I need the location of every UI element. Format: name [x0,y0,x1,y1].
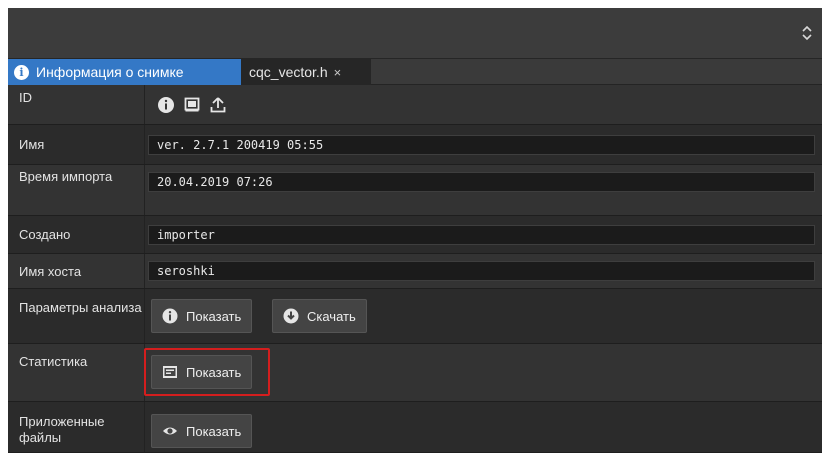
tab-label: Информация о снимке [36,64,184,80]
tab-cqc-vector-file[interactable]: cqc_vector.h × [241,59,371,85]
tab-bar: i Информация о снимке cqc_vector.h × [8,59,822,85]
top-toolbar [8,8,822,59]
close-icon[interactable]: × [334,65,342,80]
row-created: Создано importer [8,216,822,254]
button-label: Скачать [307,308,356,324]
row-label: Время импорта [19,169,113,184]
column-divider [144,165,145,215]
tab-label: cqc_vector.h [249,64,328,80]
row-name: Имя ver. 2.7.1 200419 05:55 [8,125,822,165]
import-time-field[interactable]: 20.04.2019 07:26 [148,172,815,192]
row-statistics: Статистика Показать [8,344,822,402]
upload-icon[interactable] [205,92,231,118]
download-circle-icon [283,308,299,324]
row-host: Имя хоста seroshki [8,254,822,289]
analysis-params-download-button[interactable]: Скачать [272,299,367,333]
analysis-params-show-button[interactable]: Показать [151,299,253,333]
row-label: Создано [19,227,71,242]
row-label: Имя хоста [19,264,82,279]
row-id: ID [8,85,822,125]
statistics-panel-icon [162,364,178,380]
attached-files-show-button[interactable]: Показать [151,414,253,448]
column-divider [144,125,145,164]
row-label: Параметры анализа [19,300,142,315]
created-field[interactable]: importer [148,225,815,245]
host-field[interactable]: seroshki [148,261,815,281]
button-label: Показать [186,364,242,380]
button-label: Показать [186,423,242,439]
name-field[interactable]: ver. 2.7.1 200419 05:55 [148,135,815,155]
row-attached-files: Приложенные файлы Показать [8,402,822,453]
statistics-show-button[interactable]: Показать [151,355,253,389]
column-divider [144,402,145,452]
info-circle-icon [162,308,178,324]
row-label: ID [19,90,32,105]
column-divider [144,289,145,343]
book-icon[interactable] [179,92,205,118]
eye-icon [162,423,178,439]
row-label: Статистика [19,354,88,369]
column-divider [144,254,145,288]
id-action-icons [153,91,231,119]
column-divider [144,85,145,124]
column-divider [144,216,145,253]
row-analysis-params: Параметры анализа Показать Скачать [8,289,822,344]
sort-updown-icon[interactable] [798,22,816,44]
row-import-time: Время импорта 20.04.2019 07:26 [8,165,822,216]
tab-snapshot-info[interactable]: i Информация о снимке [8,59,241,85]
button-label: Показать [186,308,242,324]
snapshot-info-panel: i Информация о снимке cqc_vector.h × ID … [8,8,822,453]
info-circle-icon: i [14,64,29,80]
info-circle-icon[interactable] [153,92,179,118]
row-label: Имя [19,137,45,152]
row-label: Приложенные файлы [19,414,105,445]
